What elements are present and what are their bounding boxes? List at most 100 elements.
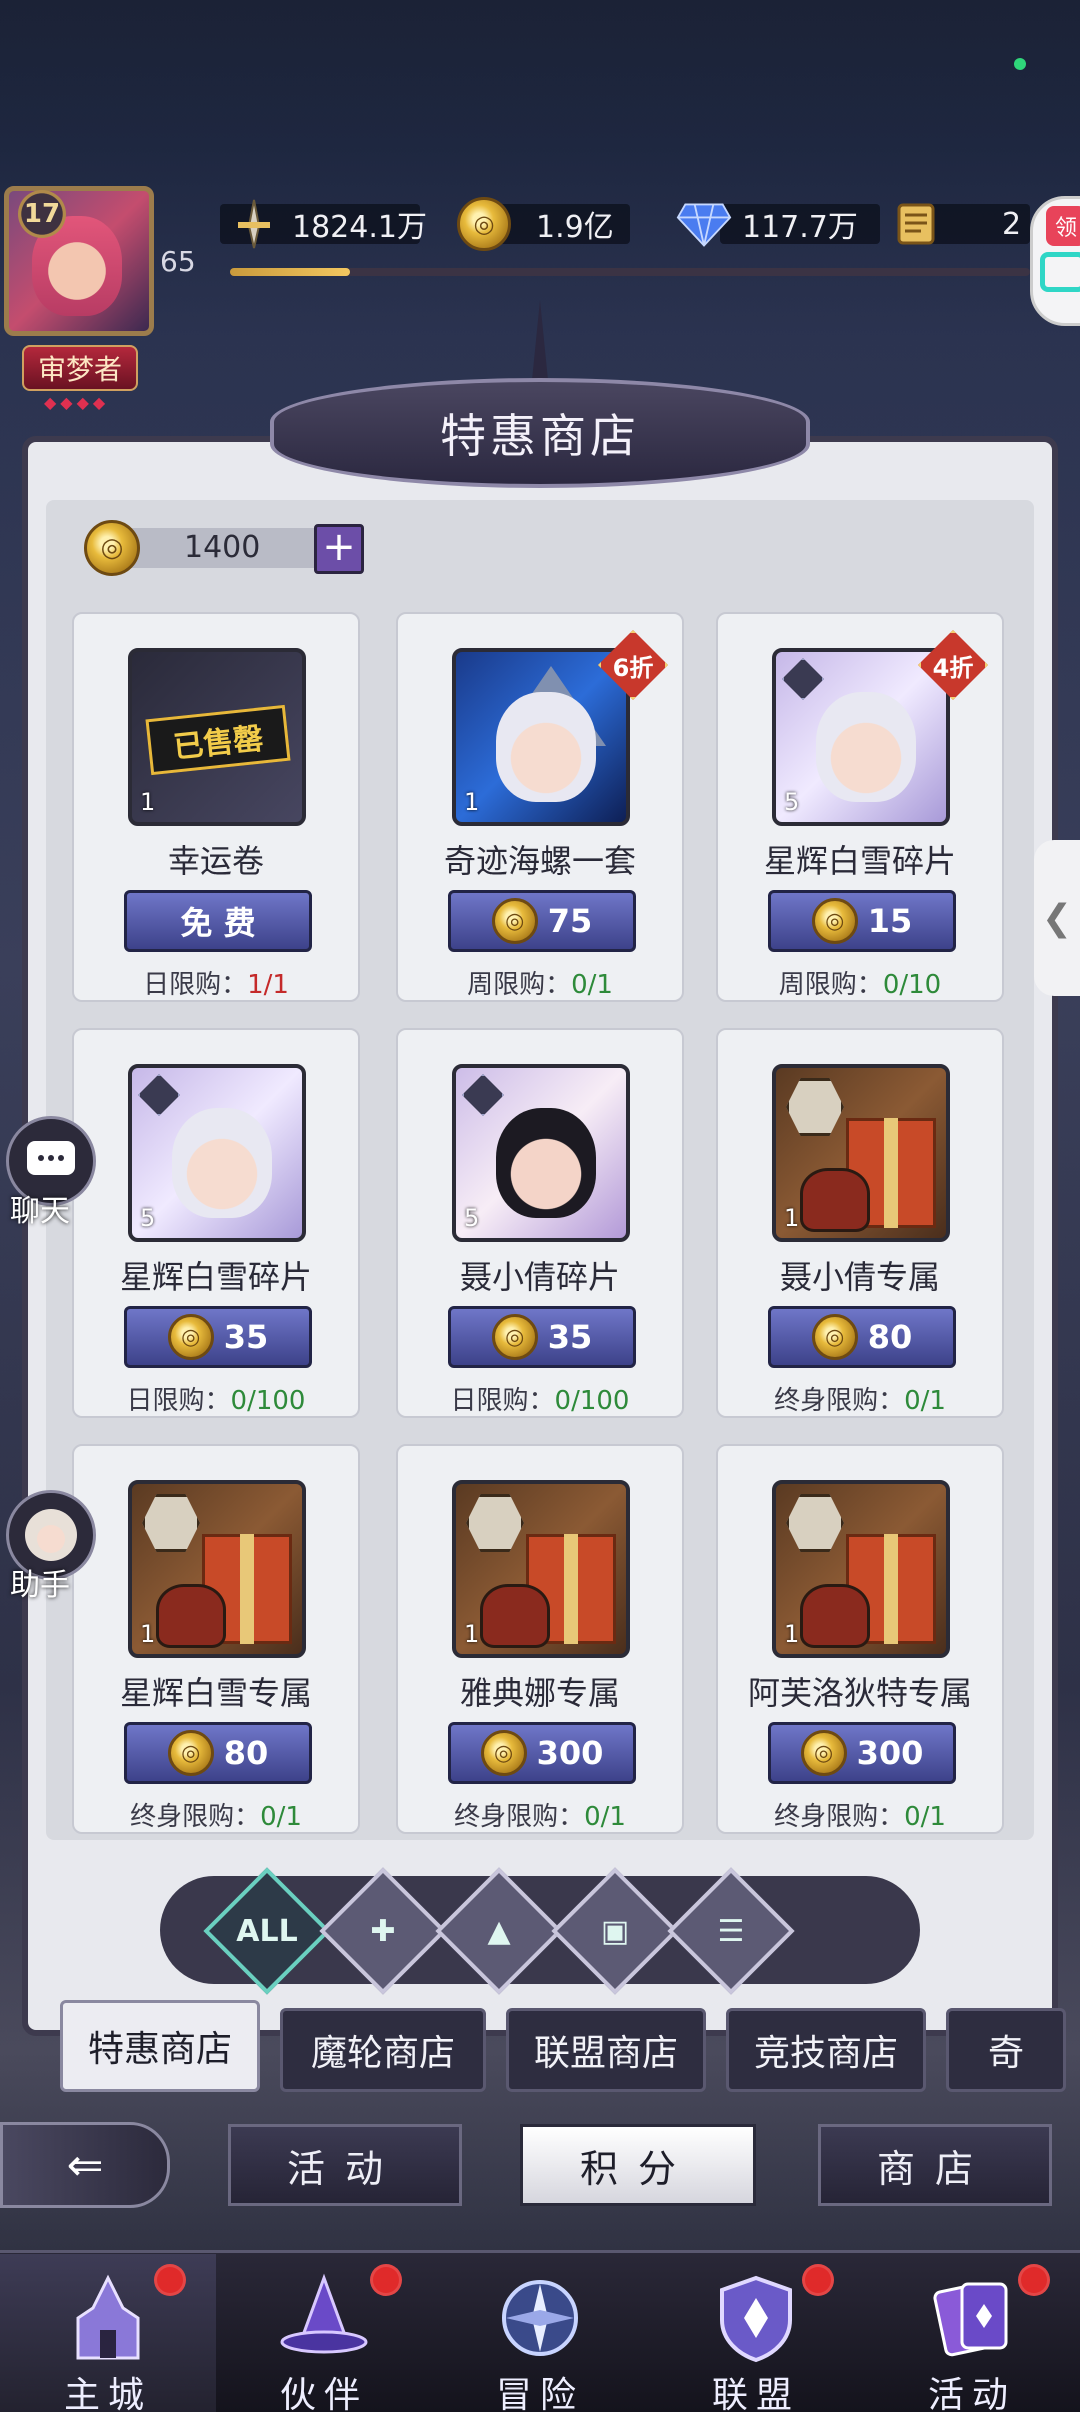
item-icon[interactable]: 1 — [772, 1064, 950, 1242]
nav-label: 冒险 — [495, 2375, 584, 2412]
item-icon[interactable]: 5 — [772, 648, 950, 826]
shop-item-card[interactable]: 1 雅典娜专属 ◎ 300 终身限购：0/1 — [396, 1444, 684, 1834]
limit-label: 周限购： — [778, 970, 883, 1000]
element-badge-icon — [782, 658, 824, 700]
limit-label: 终身限购： — [774, 1802, 905, 1832]
shop-tab[interactable]: 魔轮商店 — [280, 2008, 486, 2092]
character-fragment-portrait — [816, 692, 916, 802]
category-tab[interactable]: 积分 — [520, 2124, 756, 2206]
free-claim-button[interactable]: 免 费 — [124, 890, 312, 952]
shop-tab[interactable]: 奇 — [946, 2008, 1066, 2092]
limit-label: 日限购： — [143, 970, 248, 1000]
back-button[interactable]: ⇐ — [0, 2122, 170, 2208]
nav-item-5[interactable]: 活动 — [864, 2254, 1080, 2412]
shop-item-card[interactable]: 1 6折 奇迹海螺一套 ◎ 75 周限购：0/1 — [396, 612, 684, 1002]
helmet-icon — [156, 1584, 226, 1648]
item-icon[interactable]: 1 — [452, 1480, 630, 1658]
notification-dot — [1018, 2264, 1050, 2296]
category-tab[interactable]: 活动 — [228, 2124, 462, 2206]
limit-label: 日限购： — [126, 1386, 231, 1416]
character-hex-portrait — [786, 1494, 844, 1552]
shop-item-card[interactable]: 5 4折 星辉白雪碎片 ◎ 15 周限购：0/10 — [716, 612, 1004, 1002]
item-name: 雅典娜专属 — [459, 1674, 620, 1712]
limit-value: 0/1 — [584, 1802, 626, 1832]
notification-dot — [154, 2264, 186, 2296]
shop-item-card[interactable]: 1 聂小倩专属 ◎ 80 终身限购：0/1 — [716, 1028, 1004, 1418]
shop-tab[interactable]: 特惠商店 — [60, 2000, 260, 2092]
gold-coin-icon: ◎ — [167, 1730, 214, 1776]
limit-value: 0/10 — [882, 970, 942, 1000]
limit-label: 终身限购： — [774, 1386, 905, 1416]
item-quantity: 1 — [140, 1620, 156, 1648]
limit-value: 0/1 — [260, 1802, 302, 1832]
scroll-icon — [888, 196, 944, 252]
buy-button[interactable]: ◎ 80 — [768, 1306, 956, 1368]
player-title-badge[interactable]: 审梦者 — [22, 345, 138, 391]
item-icon[interactable]: 5 — [128, 1064, 306, 1242]
purchase-limit: 日限购：0/100 — [398, 1380, 682, 1417]
item-quantity: 1 — [784, 1204, 800, 1232]
element-badge-icon — [138, 1074, 180, 1116]
item-quantity: 5 — [784, 788, 800, 816]
shop-tab[interactable]: 竞技商店 — [726, 2008, 926, 2092]
item-icon[interactable]: 1 — [128, 1480, 306, 1658]
helmet-icon — [800, 1584, 870, 1648]
player-level: 65 — [160, 245, 196, 278]
castle-icon — [58, 2268, 158, 2368]
scroll-value: 2 — [1002, 206, 1022, 242]
side-drawer-handle[interactable]: ❮ — [1034, 840, 1080, 996]
limit-value: 0/1 — [571, 970, 613, 1000]
item-name: 聂小倩碎片 — [459, 1258, 620, 1296]
buy-button[interactable]: ◎ 80 — [124, 1722, 312, 1784]
title-spire — [532, 300, 548, 380]
buy-button[interactable]: ◎ 15 — [768, 890, 956, 952]
nav-label: 联盟 — [711, 2375, 800, 2412]
item-icon[interactable]: 5 — [452, 1064, 630, 1242]
compass-icon — [490, 2268, 590, 2368]
power-resource: 1824.1万 — [226, 198, 427, 250]
buy-button[interactable]: ◎ 75 — [448, 890, 636, 952]
buy-button[interactable]: ◎ 300 — [768, 1722, 956, 1784]
buy-button[interactable]: ◎ 35 — [124, 1306, 312, 1368]
price-value: 300 — [536, 1734, 604, 1772]
nav-label: 伙伴 — [279, 2375, 368, 2412]
item-icon[interactable]: 1 — [772, 1480, 950, 1658]
shop-item-card[interactable]: 已售罄 1 幸运卷免 费日限购：1/1 — [72, 612, 360, 1002]
buy-button[interactable]: ◎ 300 — [448, 1722, 636, 1784]
nav-item-2[interactable]: 伙伴 — [216, 2254, 432, 2412]
element-badge-icon — [462, 1074, 504, 1116]
character-fragment-portrait — [496, 1108, 596, 1218]
add-points-button[interactable]: + — [314, 524, 364, 574]
purchase-limit: 日限购：1/1 — [74, 964, 358, 1001]
item-icon[interactable]: 已售罄 1 — [128, 648, 306, 826]
category-tab[interactable]: 商店 — [818, 2124, 1052, 2206]
price-value: 80 — [223, 1734, 269, 1772]
gift-ribbon — [884, 1534, 898, 1644]
shop-item-card[interactable]: 5 星辉白雪碎片 ◎ 35 日限购：0/100 — [72, 1028, 360, 1418]
item-name: 阿芙洛狄特专属 — [747, 1674, 972, 1712]
shop-item-card[interactable]: 1 星辉白雪专属 ◎ 80 终身限购：0/1 — [72, 1444, 360, 1834]
item-icon[interactable]: 1 — [452, 648, 630, 826]
title-stars: ◆◆◆◆ — [44, 393, 110, 412]
nav-item-1[interactable]: 主城 — [0, 2254, 216, 2412]
gift-box-icon — [1040, 252, 1080, 292]
character-hex-portrait — [142, 1494, 200, 1552]
nav-item-4[interactable]: 联盟 — [648, 2254, 864, 2412]
price-value: 15 — [867, 902, 913, 940]
gold-coin-icon: ◎ — [811, 898, 858, 944]
diamond-value: 117.7万 — [742, 210, 858, 245]
character-portrait — [496, 692, 596, 802]
item-quantity: 1 — [140, 788, 156, 816]
buy-button[interactable]: ◎ 35 — [448, 1306, 636, 1368]
item-name: 幸运卷 — [167, 842, 264, 880]
shop-item-card[interactable]: 5 聂小倩碎片 ◎ 35 日限购：0/100 — [396, 1028, 684, 1418]
item-quantity: 1 — [464, 1620, 480, 1648]
shop-item-card[interactable]: 1 阿芙洛狄特专属 ◎ 300 终身限购：0/1 — [716, 1444, 1004, 1834]
points-display: ◎ 1400 + — [84, 520, 364, 576]
giftbox-glyph-icon: ▣ — [600, 1913, 630, 1949]
player-avatar[interactable]: 17 — [0, 186, 160, 356]
vip-level-badge: 17 — [18, 190, 66, 238]
nav-item-3[interactable]: 冒险 — [432, 2254, 648, 2412]
limit-value: 1/1 — [247, 970, 289, 1000]
shop-tab[interactable]: 联盟商店 — [506, 2008, 706, 2092]
